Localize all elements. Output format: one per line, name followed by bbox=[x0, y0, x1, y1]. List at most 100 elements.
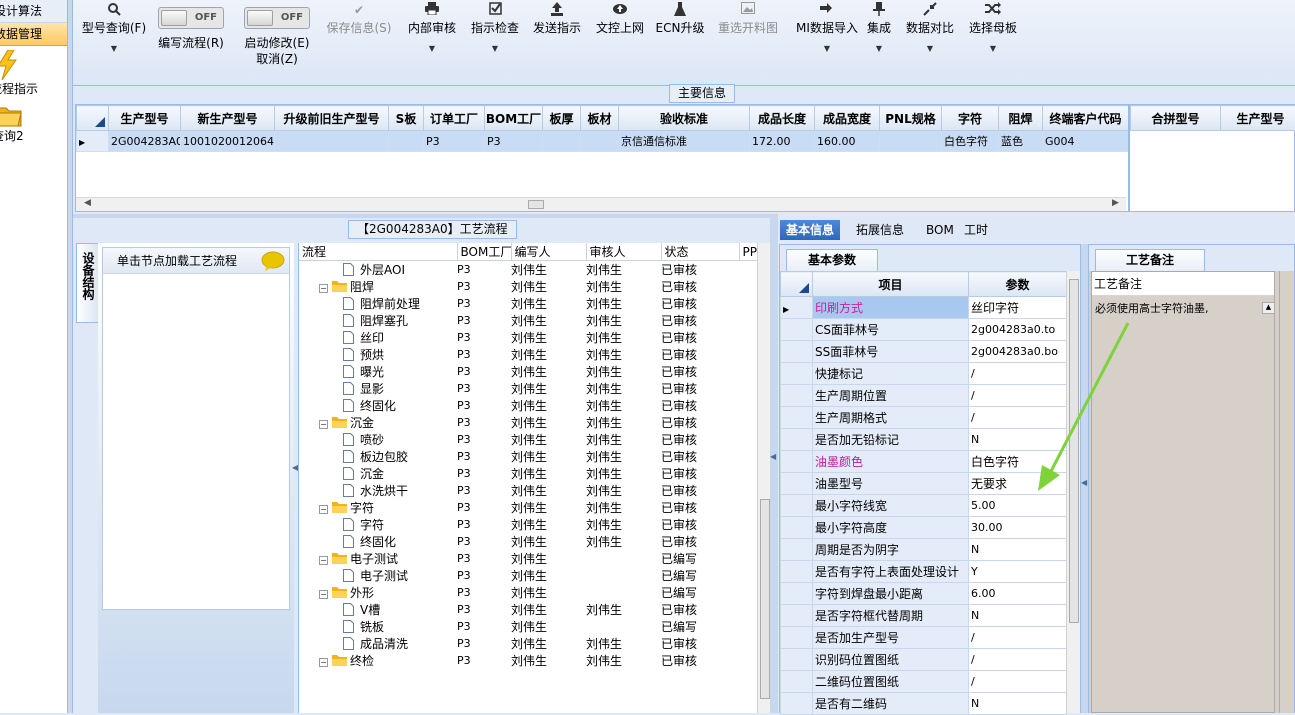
column-header[interactable]: 审核人 bbox=[586, 243, 661, 261]
table-cell[interactable] bbox=[389, 131, 424, 152]
table-cell[interactable]: 172.00 bbox=[750, 131, 815, 152]
nav-query-button[interactable]: 查询2 bbox=[0, 103, 68, 144]
column-header[interactable]: BOM工厂 bbox=[485, 106, 543, 131]
tree-collapse-icon[interactable]: − bbox=[319, 590, 328, 599]
tree-cell[interactable]: −电子测试 bbox=[299, 550, 457, 567]
property-value[interactable]: 5.00 bbox=[969, 495, 1067, 517]
chevron-down-icon[interactable]: ▼ bbox=[964, 44, 1022, 53]
scroll-left-icon[interactable]: ◀ bbox=[84, 198, 91, 208]
column-header[interactable]: 板厚 bbox=[543, 106, 581, 131]
tab-basic-params[interactable]: 基本参数 bbox=[786, 249, 878, 271]
column-header[interactable]: 生产型号 bbox=[1221, 106, 1295, 131]
tree-cell[interactable]: 预烘 bbox=[299, 346, 457, 363]
tree-cell[interactable]: −终检 bbox=[299, 652, 457, 669]
table-cell[interactable] bbox=[543, 131, 581, 152]
tab-process-notes[interactable]: 工艺备注 bbox=[1095, 249, 1205, 271]
column-header[interactable]: 升级前旧生产型号 bbox=[275, 106, 389, 131]
scroll-thumb[interactable] bbox=[528, 200, 544, 209]
property-row[interactable]: 是否有字符上表面处理设计Y bbox=[781, 561, 1067, 583]
table-cell[interactable] bbox=[581, 131, 619, 152]
tree-collapse-icon[interactable]: − bbox=[319, 420, 328, 429]
column-header[interactable]: PNL规格 bbox=[880, 106, 942, 131]
check-instruction-button[interactable]: 指示检查 ▼ bbox=[466, 0, 524, 86]
column-header[interactable]: 状态 bbox=[661, 243, 739, 261]
integrate-button[interactable]: 集成 ▼ bbox=[861, 0, 897, 86]
table-cell[interactable]: 10010200120646 bbox=[181, 131, 275, 152]
flow-row[interactable]: 成品清洗P3刘伟生刘伟生已审核 bbox=[299, 635, 757, 652]
tree-cell[interactable]: 曝光 bbox=[299, 363, 457, 380]
tree-collapse-icon[interactable]: − bbox=[319, 284, 328, 293]
table-cell[interactable]: P3 bbox=[424, 131, 485, 152]
save-info-button[interactable]: ✔ 保存信息(S) bbox=[323, 0, 395, 86]
flow-row[interactable]: 阻焊塞孔P3刘伟生刘伟生已审核 bbox=[299, 312, 757, 329]
chevron-down-icon[interactable]: ▼ bbox=[466, 44, 524, 53]
property-row[interactable]: 周期是否为阴字N bbox=[781, 539, 1067, 561]
vertical-splitter[interactable]: ◀ bbox=[770, 218, 778, 713]
table-cell[interactable]: P3 bbox=[485, 131, 543, 152]
send-instruction-button[interactable]: 发送指示 bbox=[528, 0, 586, 86]
horizontal-splitter[interactable] bbox=[73, 214, 778, 218]
property-row[interactable]: 字符到焊盘最小距离6.00 bbox=[781, 583, 1067, 605]
table-cell[interactable]: 2G004283A0 bbox=[109, 131, 181, 152]
left-splitter[interactable] bbox=[68, 0, 73, 713]
chevron-down-icon[interactable]: ▼ bbox=[787, 44, 867, 53]
table-cell[interactable]: 160.00 bbox=[815, 131, 880, 152]
flow-row[interactable]: −阻焊P3刘伟生刘伟生已审核 bbox=[299, 278, 757, 295]
tree-cell[interactable]: V槽 bbox=[299, 601, 457, 618]
tab-bom[interactable]: BOM bbox=[920, 220, 960, 240]
chevron-down-icon[interactable]: ▼ bbox=[403, 44, 461, 53]
corner-cell[interactable] bbox=[781, 272, 813, 297]
tree-cell[interactable]: −字符 bbox=[299, 499, 457, 516]
property-value[interactable]: N bbox=[969, 693, 1067, 715]
column-header[interactable]: 流程 bbox=[299, 243, 457, 261]
flow-row[interactable]: 丝印P3刘伟生刘伟生已审核 bbox=[299, 329, 757, 346]
nav-tab-algorithm[interactable]: 设计算法 bbox=[0, 0, 67, 23]
tree-cell[interactable]: 水洗烘干 bbox=[299, 482, 457, 499]
table-row[interactable]: ▶ 2G004283A010010200120646P3P3京信通信标准172.… bbox=[77, 131, 1129, 152]
column-header[interactable]: S板 bbox=[389, 106, 424, 131]
tree-cell[interactable]: 终固化 bbox=[299, 533, 457, 550]
chevron-down-icon[interactable]: ▼ bbox=[79, 44, 149, 53]
device-structure-tab[interactable]: 设备结构 bbox=[76, 243, 98, 323]
tree-cell[interactable]: 丝印 bbox=[299, 329, 457, 346]
column-header[interactable]: 板材 bbox=[581, 106, 619, 131]
flow-row[interactable]: 铣板P3刘伟生已编写 bbox=[299, 618, 757, 635]
tree-cell[interactable]: 终固化 bbox=[299, 397, 457, 414]
tree-cell[interactable]: 成品清洗 bbox=[299, 635, 457, 652]
property-row[interactable]: 是否字符框代替周期N bbox=[781, 605, 1067, 627]
property-row[interactable]: 二维码位置图纸/ bbox=[781, 671, 1067, 693]
tree-cell[interactable]: 电子测试 bbox=[299, 567, 457, 584]
tree-cell[interactable]: 显影 bbox=[299, 380, 457, 397]
start-edit-switch[interactable]: OFF bbox=[244, 7, 310, 29]
flow-row[interactable]: 字符P3刘伟生刘伟生已审核 bbox=[299, 516, 757, 533]
flow-row[interactable]: 终固化P3刘伟生刘伟生已审核 bbox=[299, 533, 757, 550]
flow-row[interactable]: 板边包胶P3刘伟生刘伟生已审核 bbox=[299, 448, 757, 465]
property-value[interactable]: N bbox=[969, 539, 1067, 561]
tree-cell[interactable]: −沉金 bbox=[299, 414, 457, 431]
data-compare-button[interactable]: 数据对比 ▼ bbox=[901, 0, 959, 86]
table-cell[interactable] bbox=[880, 131, 942, 152]
column-header[interactable]: 成品宽度 bbox=[815, 106, 880, 131]
tree-cell[interactable]: 阻焊前处理 bbox=[299, 295, 457, 312]
tree-collapse-icon[interactable]: − bbox=[319, 658, 328, 667]
property-row[interactable]: 识别码位置图纸/ bbox=[781, 649, 1067, 671]
property-row[interactable]: 最小字符高度30.00 bbox=[781, 517, 1067, 539]
flow-row[interactable]: −电子测试P3刘伟生已编写 bbox=[299, 550, 757, 567]
flow-row[interactable]: −沉金P3刘伟生刘伟生已审核 bbox=[299, 414, 757, 431]
property-value[interactable]: / bbox=[969, 649, 1067, 671]
flow-row[interactable]: 水洗烘干P3刘伟生刘伟生已审核 bbox=[299, 482, 757, 499]
flow-row[interactable]: 外层AOIP3刘伟生刘伟生已审核 bbox=[299, 261, 757, 279]
chevron-down-icon[interactable]: ▼ bbox=[901, 44, 959, 53]
doc-control-button[interactable]: 文控上网 bbox=[591, 0, 649, 86]
reselect-cutting-button[interactable]: 重选开料图 bbox=[712, 0, 784, 86]
tree-cell[interactable]: −外形 bbox=[299, 584, 457, 601]
flow-row[interactable]: 显影P3刘伟生刘伟生已审核 bbox=[299, 380, 757, 397]
property-value[interactable]: / bbox=[969, 627, 1067, 649]
property-value[interactable]: Y bbox=[969, 561, 1067, 583]
tree-cell[interactable]: −阻焊 bbox=[299, 278, 457, 295]
column-header[interactable]: PP bbox=[739, 243, 757, 261]
flow-row[interactable]: 阻焊前处理P3刘伟生刘伟生已审核 bbox=[299, 295, 757, 312]
table-cell[interactable]: 京信通信标准 bbox=[619, 131, 750, 152]
internal-review-button[interactable]: 内部审核 ▼ bbox=[403, 0, 461, 86]
tree-cell[interactable]: 沉金 bbox=[299, 465, 457, 482]
